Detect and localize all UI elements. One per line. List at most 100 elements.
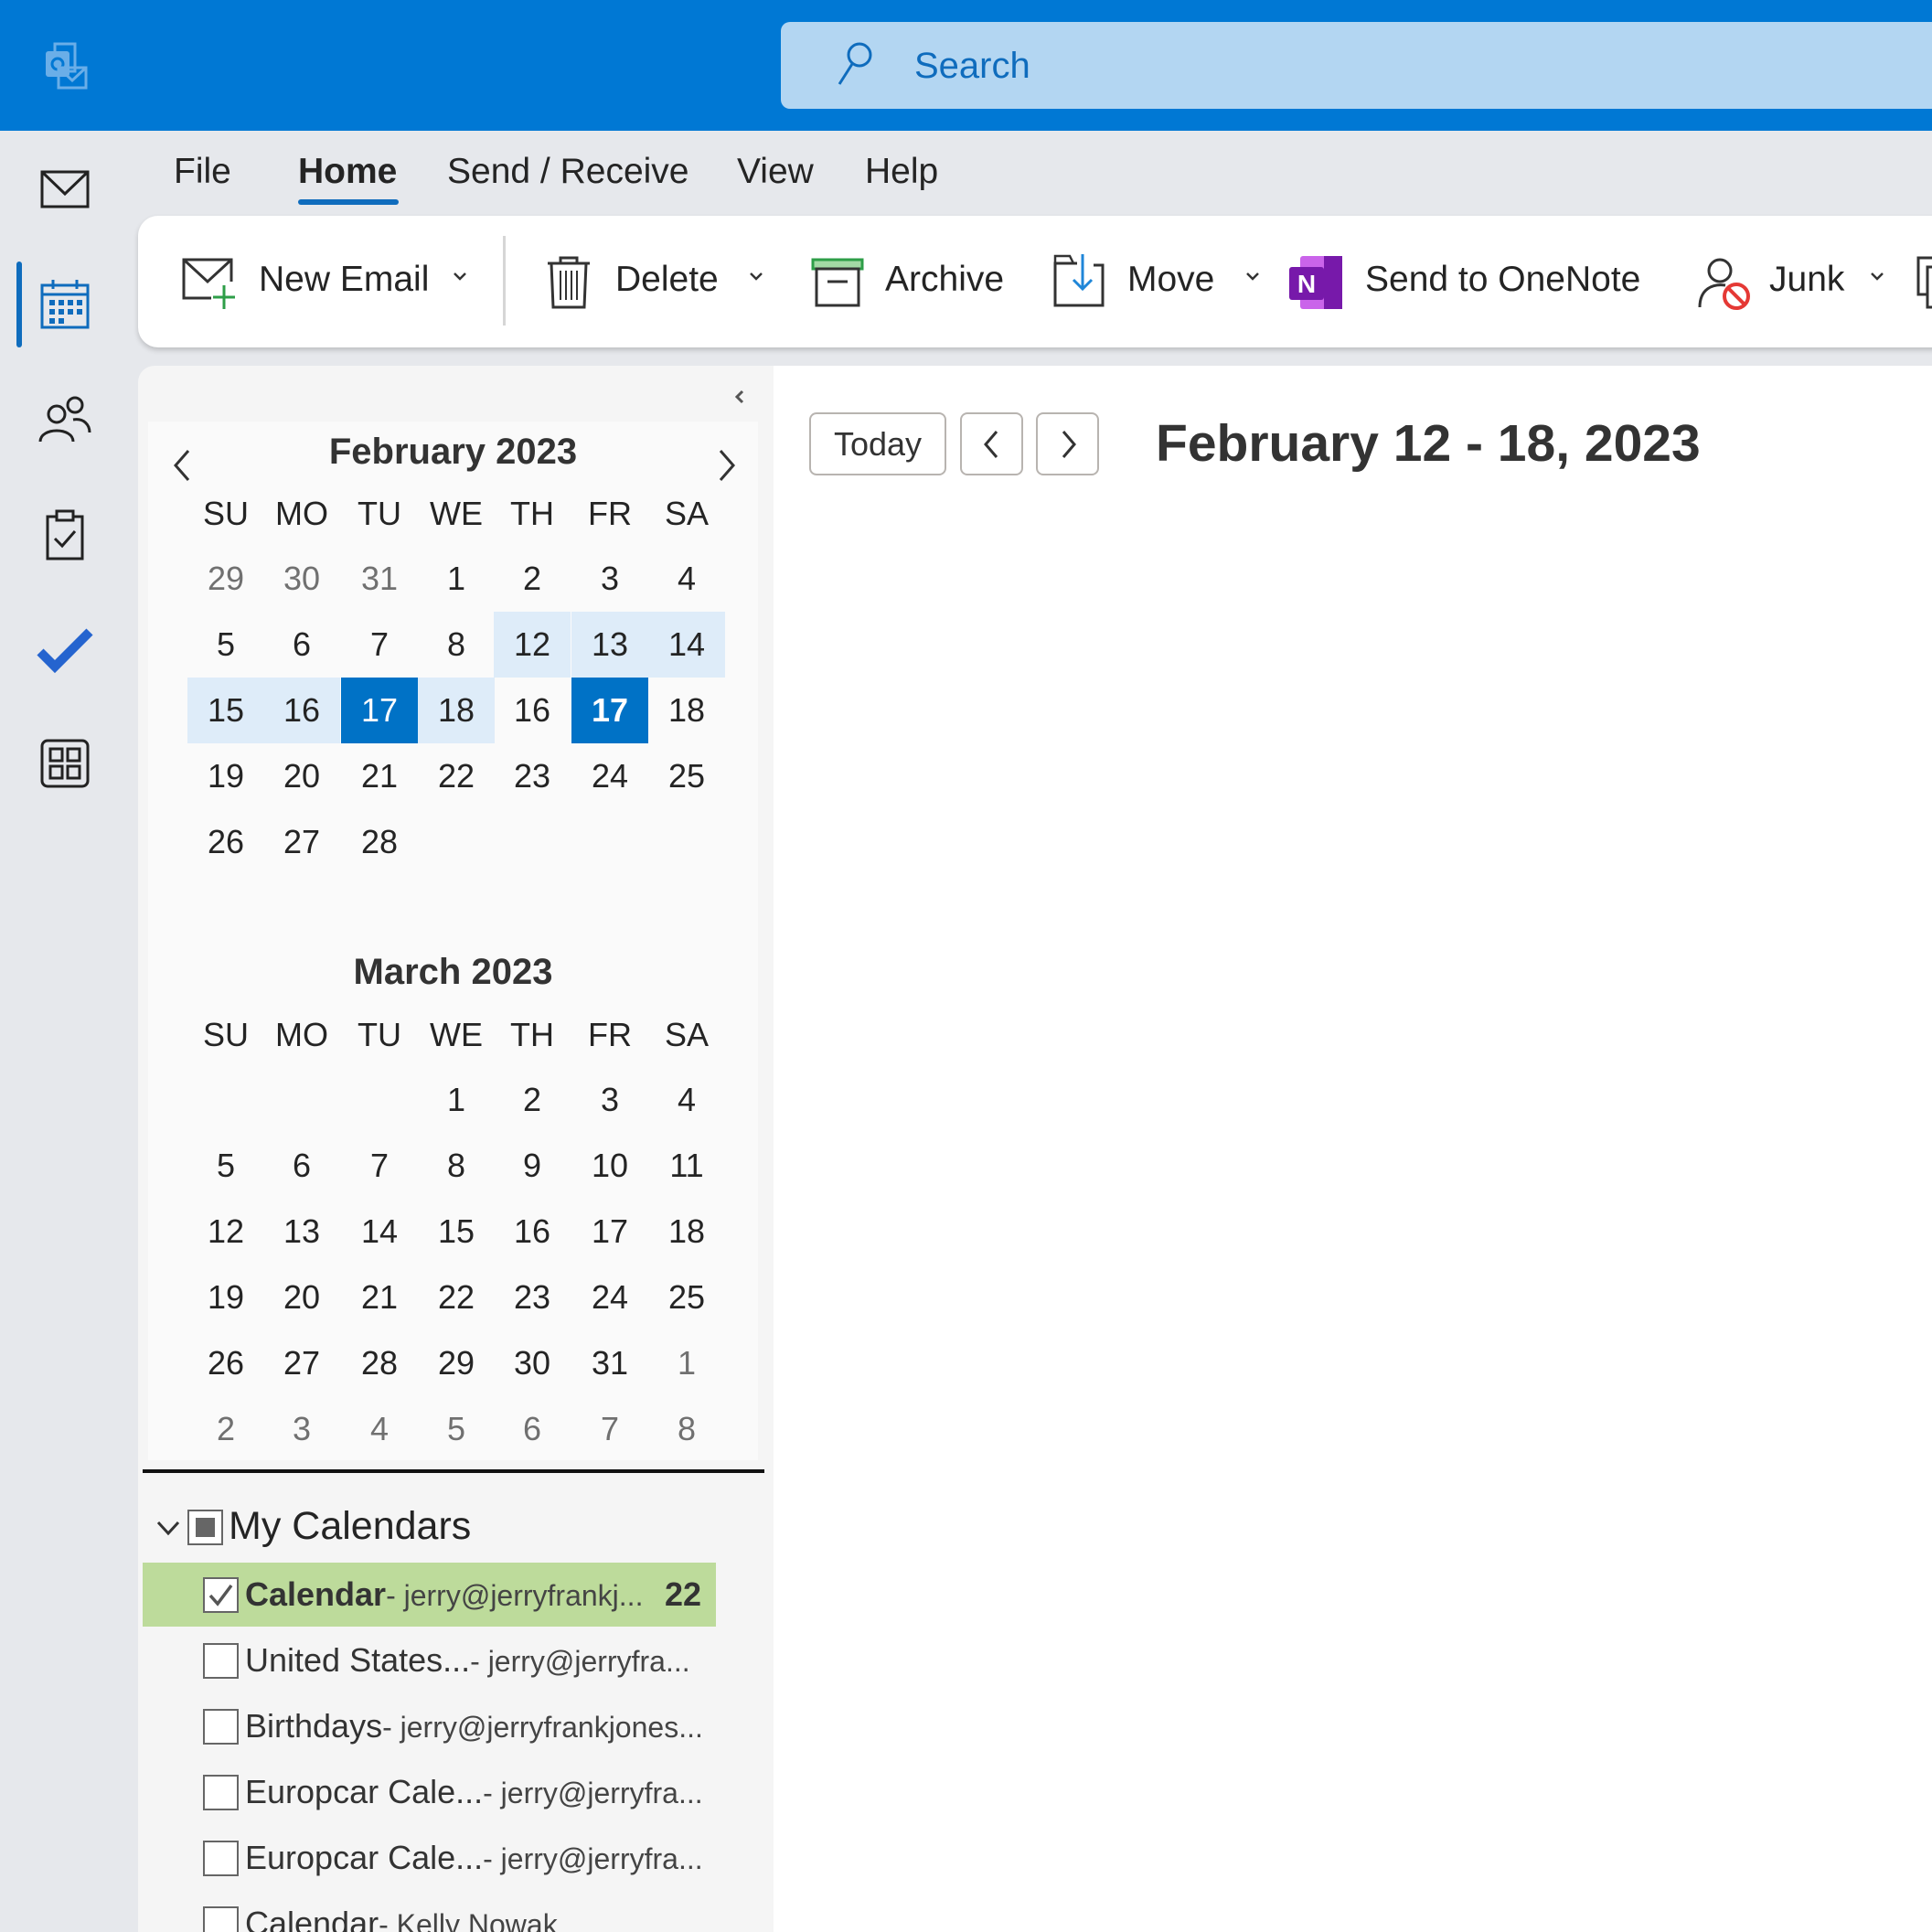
day-cell[interactable]: 8 bbox=[418, 1133, 495, 1199]
calendar-checkbox[interactable] bbox=[203, 1775, 239, 1810]
calendar-checkbox[interactable] bbox=[203, 1841, 239, 1876]
day-cell[interactable]: 17 bbox=[341, 678, 418, 743]
tab-file[interactable]: File bbox=[174, 152, 231, 192]
day-cell[interactable]: 11 bbox=[648, 1133, 725, 1199]
day-cell[interactable]: 1 bbox=[418, 546, 495, 612]
day-cell[interactable]: 13 bbox=[263, 1199, 340, 1265]
calendar-list-item[interactable]: Europcar Cale...- jerry@jerryfra... bbox=[143, 1826, 716, 1890]
move-button[interactable]: Move bbox=[1051, 216, 1271, 347]
day-cell[interactable]: 6 bbox=[494, 1396, 571, 1462]
chevron-down-icon[interactable] bbox=[747, 267, 765, 285]
day-cell[interactable]: 26 bbox=[187, 809, 264, 875]
day-cell[interactable]: 1 bbox=[418, 1067, 495, 1133]
day-cell[interactable]: 26 bbox=[187, 1330, 264, 1396]
day-cell[interactable]: 17 bbox=[571, 1199, 648, 1265]
day-cell[interactable]: 22 bbox=[418, 1265, 495, 1330]
day-cell[interactable]: 22 bbox=[418, 743, 495, 809]
calendar-checkbox[interactable] bbox=[203, 1709, 239, 1745]
day-cell[interactable]: 30 bbox=[263, 546, 340, 612]
day-cell[interactable]: 15 bbox=[187, 678, 264, 743]
chevron-down-icon[interactable] bbox=[1868, 267, 1886, 285]
day-cell[interactable]: 25 bbox=[648, 1265, 725, 1330]
previous-week-button[interactable] bbox=[960, 412, 1023, 475]
day-cell[interactable]: 27 bbox=[263, 1330, 340, 1396]
tab-send-receive[interactable]: Send / Receive bbox=[447, 152, 689, 192]
day-cell[interactable]: 7 bbox=[341, 612, 418, 678]
chevron-down-icon[interactable] bbox=[155, 1517, 182, 1539]
day-cell[interactable]: 23 bbox=[494, 1265, 571, 1330]
delete-button[interactable]: Delete bbox=[540, 216, 787, 347]
day-cell[interactable]: 3 bbox=[263, 1396, 340, 1462]
day-cell[interactable]: 8 bbox=[418, 612, 495, 678]
day-cell[interactable]: 13 bbox=[571, 612, 648, 678]
day-cell[interactable]: 16 bbox=[494, 678, 571, 743]
day-cell[interactable]: 20 bbox=[263, 1265, 340, 1330]
day-cell[interactable]: 18 bbox=[648, 678, 725, 743]
todo-icon[interactable] bbox=[37, 621, 93, 678]
day-cell[interactable]: 16 bbox=[494, 1199, 571, 1265]
my-calendars-group[interactable]: My Calendars bbox=[138, 1495, 774, 1559]
day-cell[interactable]: 30 bbox=[494, 1330, 571, 1396]
day-cell[interactable]: 29 bbox=[418, 1330, 495, 1396]
day-cell[interactable]: 7 bbox=[571, 1396, 648, 1462]
day-cell[interactable]: 23 bbox=[494, 743, 571, 809]
day-cell[interactable]: 18 bbox=[648, 1199, 725, 1265]
day-cell[interactable]: 24 bbox=[571, 1265, 648, 1330]
rules-icon[interactable] bbox=[1916, 254, 1932, 311]
search-box[interactable]: Search bbox=[781, 22, 1932, 109]
day-cell[interactable]: 4 bbox=[648, 1067, 725, 1133]
day-cell[interactable]: 1 bbox=[648, 1330, 725, 1396]
today-button[interactable]: Today bbox=[809, 412, 946, 475]
mail-icon[interactable] bbox=[37, 161, 93, 218]
apps-icon[interactable] bbox=[37, 735, 93, 792]
day-cell[interactable]: 5 bbox=[418, 1396, 495, 1462]
calendar-list-item[interactable]: United States...- jerry@jerryfra... bbox=[143, 1628, 716, 1692]
day-cell[interactable]: 28 bbox=[341, 1330, 418, 1396]
day-cell[interactable]: 24 bbox=[571, 743, 648, 809]
day-cell[interactable]: 4 bbox=[341, 1396, 418, 1462]
day-cell[interactable]: 18 bbox=[418, 678, 495, 743]
day-cell[interactable]: 6 bbox=[263, 1133, 340, 1199]
calendar-checkbox[interactable] bbox=[203, 1577, 239, 1613]
tab-view[interactable]: View bbox=[737, 152, 814, 192]
calendar-list-item[interactable]: Birthdays- jerry@jerryfrankjones... bbox=[143, 1694, 716, 1758]
day-cell[interactable]: 7 bbox=[341, 1133, 418, 1199]
calendar-checkbox[interactable] bbox=[203, 1643, 239, 1679]
day-cell[interactable]: 5 bbox=[187, 1133, 264, 1199]
chevron-down-icon[interactable] bbox=[1244, 267, 1262, 285]
collapse-pane-icon[interactable] bbox=[731, 388, 749, 406]
day-cell[interactable]: 2 bbox=[187, 1396, 264, 1462]
day-cell[interactable]: 4 bbox=[648, 546, 725, 612]
day-cell[interactable]: 10 bbox=[571, 1133, 648, 1199]
tab-help[interactable]: Help bbox=[865, 152, 938, 192]
calendar-checkbox[interactable] bbox=[203, 1906, 239, 1932]
day-cell[interactable]: 29 bbox=[187, 546, 264, 612]
tasks-icon[interactable] bbox=[37, 507, 93, 564]
day-cell[interactable]: 15 bbox=[418, 1199, 495, 1265]
tab-home[interactable]: Home bbox=[298, 152, 397, 192]
archive-button[interactable]: Archive bbox=[811, 216, 1030, 347]
day-cell[interactable]: 25 bbox=[648, 743, 725, 809]
day-cell[interactable]: 21 bbox=[341, 743, 418, 809]
day-cell[interactable]: 6 bbox=[263, 612, 340, 678]
day-cell[interactable]: 31 bbox=[341, 546, 418, 612]
calendar-list-item[interactable]: Calendar- Kelly Nowak bbox=[143, 1892, 716, 1932]
day-cell[interactable]: 5 bbox=[187, 612, 264, 678]
day-cell[interactable]: 31 bbox=[571, 1330, 648, 1396]
day-cell[interactable]: 17 bbox=[571, 678, 648, 743]
day-cell[interactable]: 3 bbox=[571, 1067, 648, 1133]
day-cell[interactable]: 27 bbox=[263, 809, 340, 875]
day-cell[interactable]: 14 bbox=[648, 612, 725, 678]
send-to-onenote-button[interactable]: N Send to OneNote bbox=[1287, 216, 1690, 347]
junk-button[interactable]: Junk bbox=[1698, 216, 1899, 347]
day-cell[interactable]: 16 bbox=[263, 678, 340, 743]
day-cell[interactable]: 2 bbox=[494, 546, 571, 612]
calendar-list-item[interactable]: Calendar- jerry@jerryfrankj... 22 bbox=[143, 1563, 716, 1627]
next-week-button[interactable] bbox=[1036, 412, 1099, 475]
day-cell[interactable]: 19 bbox=[187, 1265, 264, 1330]
people-icon[interactable] bbox=[37, 390, 93, 447]
day-cell[interactable]: 12 bbox=[187, 1199, 264, 1265]
day-cell[interactable]: 8 bbox=[648, 1396, 725, 1462]
new-email-button[interactable]: New Email bbox=[180, 216, 500, 347]
day-cell[interactable]: 14 bbox=[341, 1199, 418, 1265]
